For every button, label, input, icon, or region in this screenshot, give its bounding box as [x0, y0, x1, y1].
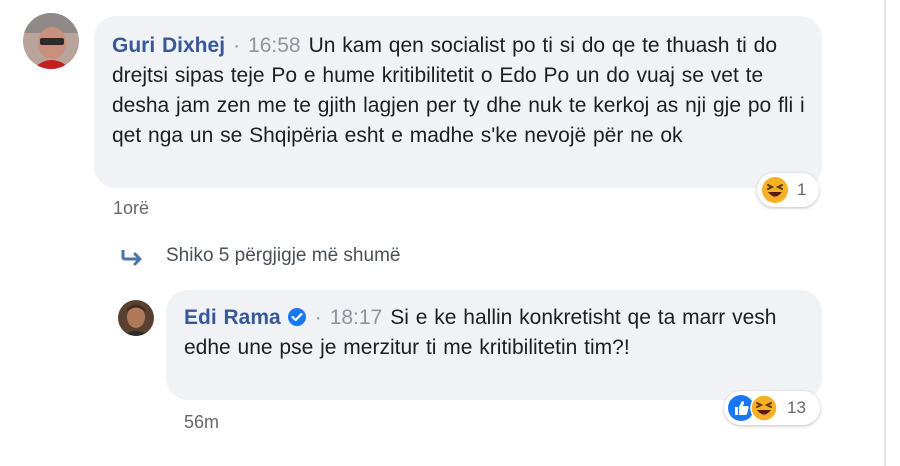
- haha-icon: [750, 394, 778, 422]
- reaction-summary-1[interactable]: 1: [757, 173, 819, 207]
- page-divider: [884, 0, 886, 466]
- avatar-edi-rama[interactable]: [118, 300, 154, 336]
- avatar-guri-dixhej[interactable]: [23, 13, 79, 69]
- comment-author[interactable]: Edi Rama: [184, 306, 281, 329]
- comment-age[interactable]: 1orë: [113, 198, 149, 219]
- comment-author[interactable]: Guri Dixhej: [112, 34, 225, 57]
- comment-time[interactable]: 18:17: [330, 306, 383, 329]
- comment-bubble-1: Guri Dixhej · 16:58 Un kam qen socialist po…: [94, 16, 822, 188]
- view-more-replies-label: Shiko 5 përgjigje më shumë: [166, 245, 401, 266]
- haha-icon: [762, 177, 788, 203]
- reaction-summary-2[interactable]: 13: [724, 391, 820, 425]
- comment-bubble-2: Edi Rama · 18:17 Si e ke hallin konkretisht…: [166, 290, 822, 400]
- reply-arrow-icon: [121, 250, 142, 266]
- view-more-replies-link[interactable]: Shiko 5 përgjigje më shumë: [120, 245, 400, 267]
- verified-badge-icon: [287, 308, 306, 326]
- reaction-count: 13: [787, 398, 806, 417]
- comment-age[interactable]: 56m: [184, 412, 219, 433]
- comment-time[interactable]: 16:58: [248, 34, 301, 57]
- reaction-count: 1: [797, 180, 807, 199]
